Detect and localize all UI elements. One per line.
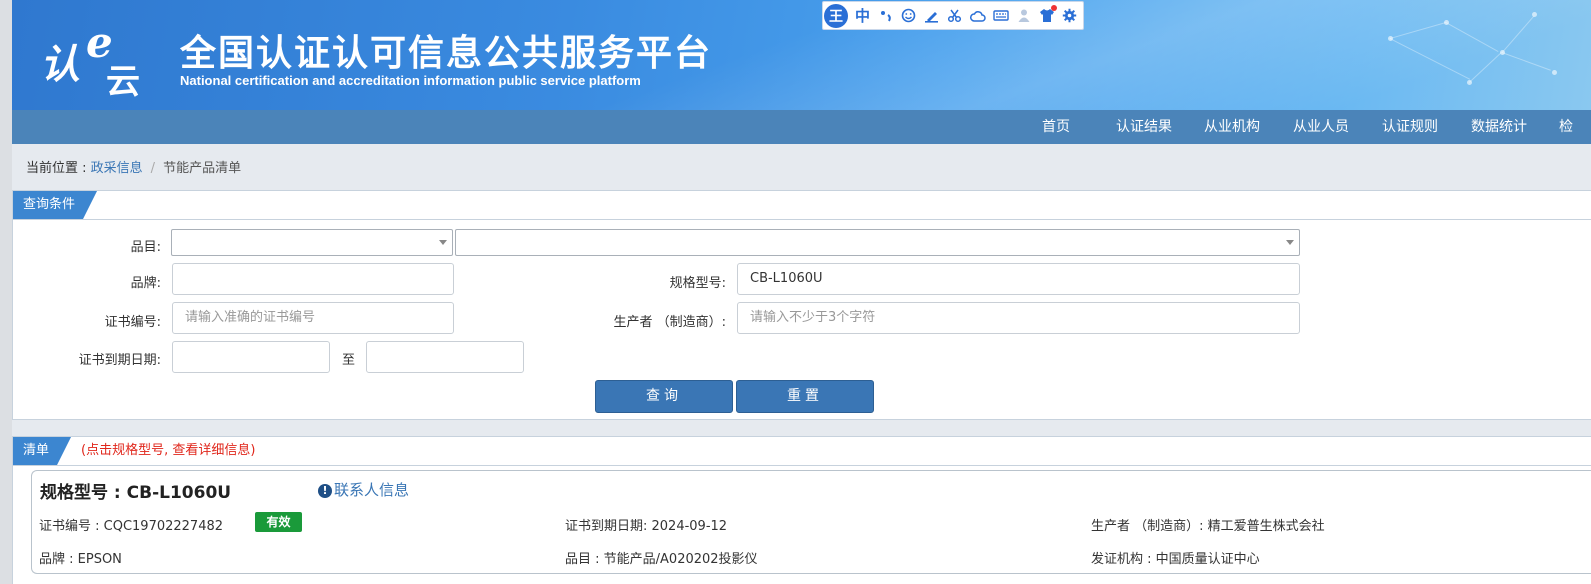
nav-item-home[interactable]: 首页 [1042,110,1070,144]
logo-char-3: 云 [106,62,140,102]
chevron-down-icon [439,240,447,245]
manufacturer-label: 生产者 （制造商）: [613,315,726,330]
pen-icon[interactable] [923,7,940,24]
result-expiry: 证书到期日期: 2024-09-12 [565,519,728,534]
chevron-down-icon [1286,240,1294,245]
main-nav: 首页 认证结果 从业机构 从业人员 认证规则 数据统计 检 [12,110,1591,144]
cert-no-label: 证书编号: [104,315,161,330]
breadcrumb-current: 节能产品清单 [163,161,242,176]
nav-item-statistics[interactable]: 数据统计 [1471,110,1527,144]
ime-logo-icon[interactable]: 王 [824,3,848,28]
breadcrumb-prefix: 当前位置 : [26,161,91,176]
cert-no-input[interactable]: 请输入准确的证书编号 [172,302,454,334]
status-badge: 有效 [255,512,302,532]
info-icon: ! [318,484,332,498]
list-panel-header: 清单 (点击规格型号, 查看详细信息) [13,437,1591,466]
breadcrumb-separator: / [150,161,156,176]
result-brand: 品牌 : EPSON [39,552,122,567]
result-manufacturer: 生产者 （制造商）: 精工爱普生株式会社 [1091,519,1325,534]
keyboard-icon[interactable] [992,7,1009,24]
nav-item-cert-rules[interactable]: 认证规则 [1382,110,1438,144]
logo-char-1: 认 [40,41,80,88]
manufacturer-input[interactable]: 请输入不少于3个字符 [737,302,1300,334]
nav-item-search[interactable]: 检 [1559,110,1573,144]
site-header: 认 e 云 全国认证认可信息公共服务平台 National certificat… [12,0,1591,110]
expiry-label: 证书到期日期: [78,353,161,368]
site-logo[interactable]: 认 e 云 [40,18,160,102]
category-select-primary[interactable] [171,229,453,256]
brand-label: 品牌: [130,276,161,291]
expiry-from-input[interactable] [172,341,330,373]
category-select-secondary[interactable] [455,229,1300,256]
result-issuer: 发证机构 : 中国质量认证中心 [1091,552,1260,567]
punctuation-icon[interactable] [877,7,894,24]
result-cert-no: 证书编号 : CQC19702227482 [39,519,224,534]
scissors-icon[interactable] [946,7,963,24]
result-model-link[interactable]: 规格型号 : CB-L1060U [40,478,231,503]
model-input[interactable]: CB-L1060U [737,263,1300,295]
nav-item-cert-results[interactable]: 认证结果 [1116,110,1172,144]
expiry-to-input[interactable] [366,341,524,373]
skin-icon[interactable] [1038,5,1057,24]
settings-icon[interactable] [1061,7,1078,24]
notification-dot [1051,5,1057,11]
query-button[interactable]: 查询 [595,380,733,413]
emoji-icon[interactable] [900,7,917,24]
result-category: 品目 : 节能产品/A020202投影仪 [565,552,758,567]
cloud-icon[interactable] [969,7,986,24]
person-icon[interactable] [1015,7,1032,24]
contact-info-link[interactable]: ! 联系人信息 [318,479,409,500]
site-subtitle: National certification and accreditation… [180,73,641,88]
page-left-edge [0,0,12,584]
list-panel-tab: 清单 [13,437,71,465]
category-label: 品目: [130,240,161,255]
contact-info-label: 联系人信息 [334,481,410,499]
reset-button[interactable]: 重置 [736,380,874,413]
result-card: 规格型号 : CB-L1060U ! 联系人信息 证书编号 : CQC197022… [31,470,1591,574]
breadcrumb-link[interactable]: 政采信息 [91,161,143,176]
nav-item-institutions[interactable]: 从业机构 [1204,110,1260,144]
nav-item-personnel[interactable]: 从业人员 [1293,110,1349,144]
brand-input[interactable] [172,263,454,295]
date-range-to-label: 至 [341,353,355,368]
site-title: 全国认证认可信息公共服务平台 [180,33,713,74]
query-panel-tab: 查询条件 [13,191,97,219]
ime-toolbar: 王 中 [822,1,1084,30]
list-panel-hint: (点击规格型号, 查看详细信息) [81,443,256,458]
query-panel-header: 查询条件 [13,191,1591,220]
breadcrumb: 当前位置 : 政采信息 / 节能产品清单 [26,157,241,176]
model-label: 规格型号: [669,276,726,291]
ime-mode-toggle[interactable]: 中 [854,7,871,25]
